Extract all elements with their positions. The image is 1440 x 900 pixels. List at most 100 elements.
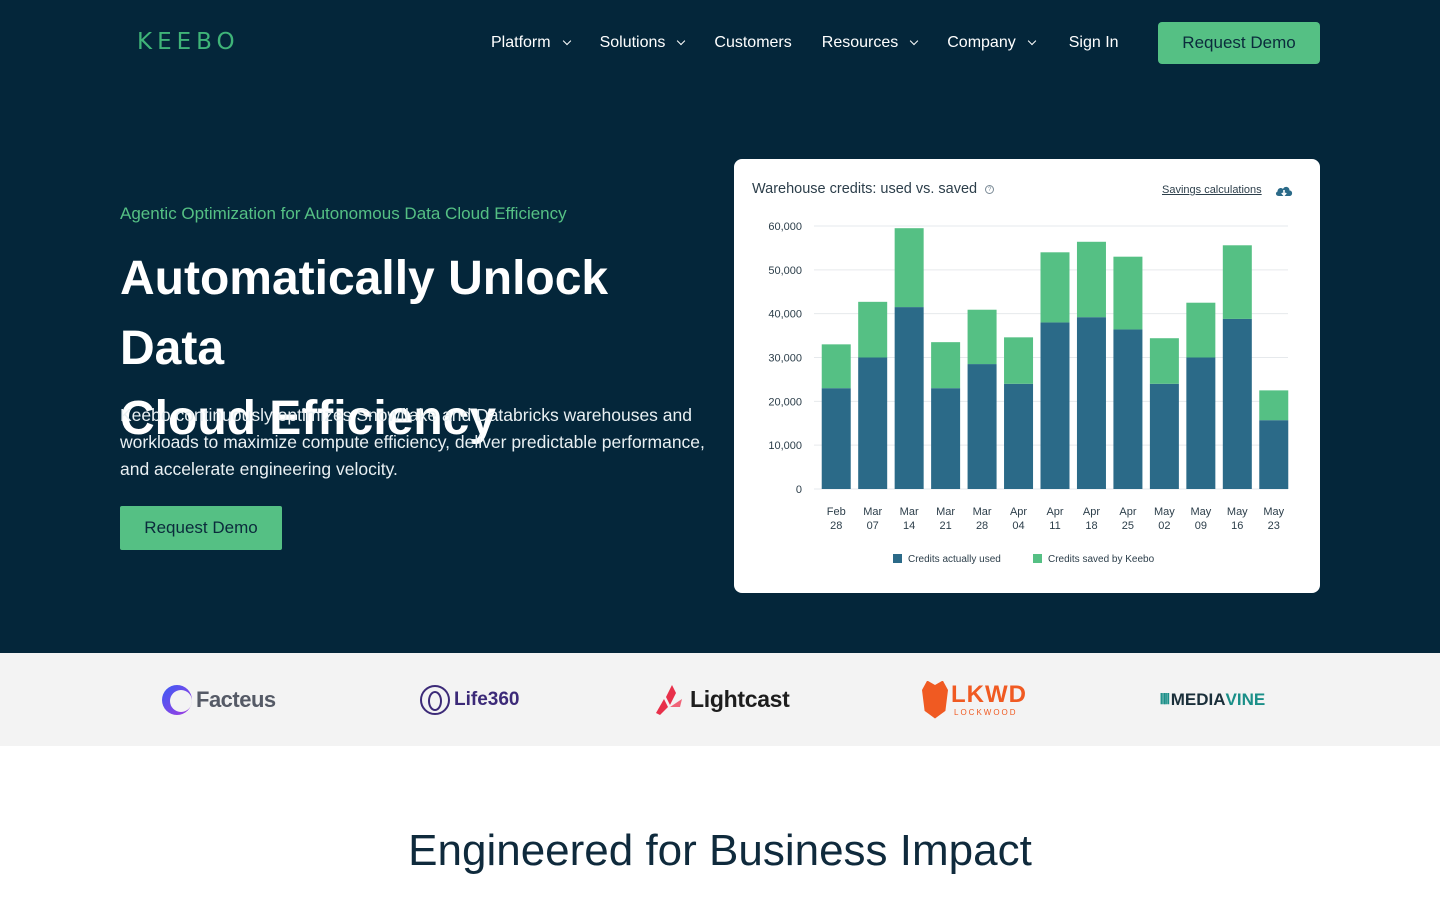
y-tick-label: 60,000	[768, 221, 802, 233]
nav-item-label: Resources	[821, 34, 899, 51]
nav-item-platform[interactable]: Platform	[491, 34, 571, 52]
bar-credits-used	[1113, 329, 1143, 489]
legend-label: Credits saved by Keebo	[1048, 554, 1155, 565]
x-tick-label-day: 04	[1012, 520, 1024, 532]
bar-credits-used	[967, 364, 997, 489]
bar-credits-used	[821, 388, 851, 489]
logo-wordmark: KEEBO	[137, 29, 240, 55]
chevron-down-icon	[910, 36, 919, 46]
hero-description: Keebo continuously optimizes Snowflake a…	[120, 405, 705, 479]
keebo-logo[interactable]: KEEBO	[137, 29, 240, 55]
bar-credits-saved	[1186, 302, 1216, 358]
mediavine-logo: ⫴⫴ MEDIA VINE	[1160, 653, 1265, 746]
x-tick-label-day: 07	[867, 520, 879, 532]
x-tick-label-day: 18	[1085, 520, 1097, 532]
nav-item-label: Company	[947, 34, 1016, 51]
chart-card: Warehouse credits: used vs. saved ? Savi…	[734, 159, 1320, 593]
nav-item-solutions[interactable]: Solutions	[599, 34, 686, 52]
x-tick-label-day: 21	[939, 520, 951, 532]
chevron-down-icon	[677, 36, 686, 46]
x-tick-label-day: 14	[903, 520, 915, 532]
bar-credits-used	[1004, 383, 1034, 489]
y-tick-label: 0	[796, 484, 802, 496]
chevron-down-icon	[1027, 36, 1036, 46]
bar-credits-saved	[1076, 241, 1106, 318]
bar-credits-saved	[967, 309, 997, 365]
request-demo-hero-button[interactable]: Request Demo	[120, 506, 282, 550]
bar-credits-saved	[1113, 256, 1143, 330]
mediavine-wordmark-part2: VINE	[1225, 689, 1266, 709]
nav-item-resources[interactable]: Resources	[821, 34, 919, 52]
bar-credits-saved	[894, 228, 924, 308]
credits-bar-chart: 0 10,000 20,000 30,000 40,000 50,000 60,000 Feb…	[768, 221, 1289, 565]
nav-item-label: Customers	[714, 34, 792, 51]
bar-credits-used	[1186, 357, 1216, 489]
chevron-down-icon	[562, 36, 571, 46]
x-tick-label-month: Mar	[936, 506, 955, 518]
x-tick-label-month: Feb	[827, 506, 846, 518]
x-tick-label-day: 02	[1158, 520, 1170, 532]
x-tick-label-day: 28	[976, 520, 988, 532]
chart-title-text: Warehouse credits: used vs. saved	[752, 181, 978, 197]
x-tick-label-month: Apr	[1119, 506, 1136, 518]
hero-eyebrow: Agentic Optimization for Autonomous Data…	[120, 204, 567, 223]
lockwood-text: LKWD LOCKWOOD	[951, 680, 1027, 717]
bar-credits-saved	[1259, 390, 1289, 421]
y-tick-label: 50,000	[768, 265, 802, 277]
cloud-download-icon[interactable]	[1274, 183, 1294, 199]
nav-item-customers[interactable]: Customers	[714, 34, 791, 52]
facteus-logo: Facteus	[162, 653, 276, 746]
sign-in-link[interactable]: Sign In	[1069, 34, 1119, 52]
lightcast-logo: Lightcast	[654, 653, 790, 746]
savings-calculations-link[interactable]: Savings calculations	[1162, 184, 1262, 196]
lion-mark-icon	[922, 680, 948, 719]
chart-title: Warehouse credits: used vs. saved ?	[752, 181, 995, 197]
x-tick-label-day: 28	[830, 520, 842, 532]
x-tick-label-month: May	[1154, 506, 1175, 518]
x-tick-label-month: May	[1190, 506, 1211, 518]
bar-credits-used	[894, 307, 924, 489]
legend-label: Credits actually used	[908, 554, 1001, 565]
legend-swatch	[1033, 554, 1042, 563]
lkwd-wordmark: LKWD	[951, 680, 1027, 708]
bar-credits-saved	[1004, 337, 1034, 384]
y-tick-label: 20,000	[768, 396, 802, 408]
x-tick-label-day: 09	[1195, 520, 1207, 532]
request-demo-nav-button[interactable]: Request Demo	[1158, 22, 1320, 64]
mediavine-mark-icon: ⫴⫴	[1160, 691, 1170, 707]
section-title: Engineered for Business Impact	[408, 826, 1032, 875]
bar-credits-saved	[931, 342, 961, 389]
x-tick-label-month: May	[1263, 506, 1284, 518]
bar-credits-used	[1149, 383, 1179, 489]
nav-item-label: Solutions	[599, 34, 666, 51]
x-tick-label-month: Mar	[863, 506, 882, 518]
x-tick-label-month: Apr	[1046, 506, 1063, 518]
lockwood-subtext: LOCKWOOD	[954, 707, 1018, 717]
x-tick-label-day: 23	[1268, 520, 1280, 532]
x-tick-label-month: May	[1227, 506, 1248, 518]
y-tick-label: 10,000	[768, 440, 802, 452]
bar-credits-used	[1040, 322, 1070, 489]
x-tick-label-month: Mar	[973, 506, 992, 518]
y-tick-label: 30,000	[768, 353, 802, 365]
bar-credits-saved	[1222, 245, 1252, 319]
bar-credits-used	[1222, 318, 1252, 489]
mediavine-wordmark-part1: MEDIA	[1170, 689, 1226, 709]
help-icon[interactable]: ?	[985, 184, 995, 194]
x-tick-label-day: 25	[1122, 520, 1134, 532]
facteus-mark-icon	[162, 684, 192, 715]
bar-credits-saved	[821, 344, 851, 389]
x-tick-label-month: Apr	[1010, 506, 1027, 518]
x-tick-label-month: Apr	[1083, 506, 1100, 518]
headline-line-1: Automatically Unlock Data	[120, 252, 609, 375]
life360-logo: Life360	[420, 653, 519, 746]
nav-item-label: Platform	[491, 34, 551, 51]
nav-item-company[interactable]: Company	[947, 34, 1036, 52]
x-tick-label-day: 11	[1049, 520, 1060, 532]
x-tick-label-day: 16	[1231, 520, 1243, 532]
hero-section: KEEBO Platform Solutions Customers Resou…	[0, 0, 1440, 653]
lightcast-mark-icon	[656, 684, 682, 715]
customer-logo-strip: Facteus Life360 Lightcast LKWD LOCKWOOD …	[0, 653, 1440, 746]
y-tick-label: 40,000	[768, 309, 802, 321]
lightcast-wordmark: Lightcast	[690, 686, 790, 712]
